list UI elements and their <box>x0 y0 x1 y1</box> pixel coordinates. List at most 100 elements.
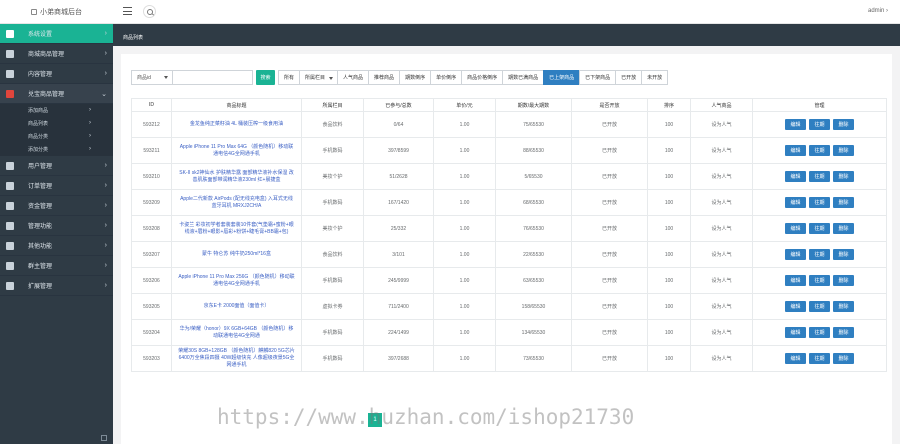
sidebar-item-orders[interactable]: 订单管理 › <box>0 176 113 196</box>
cell-title[interactable]: 华为/荣耀（honor）9X 6GB+64GB （颜色随机）移动联通电信4G全网… <box>171 319 302 346</box>
cell-title[interactable]: 荣耀30S 8GB+128GB （颜色随机）麒麟820 5G芯片 6400万全焦… <box>171 345 302 372</box>
sidebar-item-other[interactable]: 其他功能 › <box>0 236 113 256</box>
table-row: 593209 Apple二代新款 AirPods (配无线充电盒) 入耳式无线蓝牙… <box>131 189 887 216</box>
sidebar-subitem-add-goods[interactable]: 添加商品 › <box>0 104 113 117</box>
cell-title[interactable]: Apple iPhone 11 Pro Max 256G （颜色随机）移动联通电… <box>171 267 302 294</box>
edit-button[interactable]: 编辑 <box>785 119 806 130</box>
filter-periods-desc[interactable]: 期数倒序 <box>399 69 432 85</box>
cell-periods: 22/65530 <box>495 241 572 268</box>
cell-periods: 73/65530 <box>495 345 572 372</box>
cell-title[interactable]: Apple二代新款 AirPods (配无线充电盒) 入耳式无线蓝牙耳机 MRX… <box>171 189 302 216</box>
tab-goods-list[interactable]: 商品列表 <box>119 30 147 44</box>
edit-button[interactable]: 编辑 <box>785 145 806 156</box>
col-header[interactable]: 所属栏目 <box>301 98 364 112</box>
sidebar-item-funds[interactable]: 资金管理 › <box>0 196 113 216</box>
col-header[interactable]: 排序 <box>647 98 691 112</box>
sidebar-item-extensions[interactable]: 扩展管理 › <box>0 276 113 296</box>
delete-button[interactable]: 删除 <box>833 223 854 234</box>
cell-sort: 100 <box>647 189 691 216</box>
filter-hot[interactable]: 人气商品 <box>337 69 370 85</box>
sidebar-item-group-owner[interactable]: 群主管理 › <box>0 256 113 276</box>
delete-button[interactable]: 删除 <box>833 197 854 208</box>
cell-joined: 0/64 <box>363 111 434 138</box>
edit-button[interactable]: 编辑 <box>785 171 806 182</box>
edit-button[interactable]: 编辑 <box>785 197 806 208</box>
edit-button[interactable]: 编辑 <box>785 249 806 260</box>
sidebar-subitem-add-category[interactable]: 添加分类 › <box>0 143 113 156</box>
history-button[interactable]: 往期 <box>809 223 830 234</box>
history-button[interactable]: 往期 <box>809 145 830 156</box>
filter-off-shelf[interactable]: 已下架商品 <box>579 69 617 85</box>
cell-periods: 63/65530 <box>495 267 572 294</box>
col-header[interactable]: 期数/最大期数 <box>495 98 572 112</box>
history-button[interactable]: 往期 <box>809 197 830 208</box>
edit-button[interactable]: 编辑 <box>785 223 806 234</box>
collapse-sidebar-icon[interactable] <box>101 435 107 441</box>
delete-button[interactable]: 删除 <box>833 145 854 156</box>
sidebar-item-mall-goods[interactable]: 商城商品管理 › <box>0 44 113 64</box>
delete-button[interactable]: 删除 <box>833 353 854 364</box>
sidebar-subitem-goods-category[interactable]: 商品分类 › <box>0 130 113 143</box>
sidebar-item-users[interactable]: 用户管理 › <box>0 156 113 176</box>
cell-open: 已开放 <box>571 345 648 372</box>
menu-toggle-icon[interactable] <box>123 7 132 15</box>
history-button[interactable]: 往期 <box>809 353 830 364</box>
search-field-select[interactable]: 商品id <box>131 69 173 85</box>
sidebar-item-system-settings[interactable]: 系统设置 › <box>0 24 113 44</box>
sidebar-item-exchange-goods[interactable]: 兑宝商品管理 ⌄ <box>0 84 113 104</box>
edit-button[interactable]: 编辑 <box>785 275 806 286</box>
order-icon <box>6 182 14 190</box>
user-menu[interactable]: admin › <box>868 8 888 14</box>
history-button[interactable]: 往期 <box>809 171 830 182</box>
delete-button[interactable]: 删除 <box>833 327 854 338</box>
history-button[interactable]: 往期 <box>809 301 830 312</box>
cell-title[interactable]: 卡姿兰 彩妆初学者套装套装10件套(气垫霜+蜜粉+眼线液+眉粉+眼影+唇彩+粉饼… <box>171 215 302 242</box>
filter-all[interactable]: 所有 <box>278 69 301 85</box>
sidebar-subitem-goods-list[interactable]: 商品列表 › <box>0 117 113 130</box>
cell-title[interactable]: Apple iPhone 11 Pro Max 64G （颜色随机）移动联通电信… <box>171 137 302 164</box>
history-button[interactable]: 往期 <box>809 327 830 338</box>
cell-title[interactable]: SK-II sk2神仙水 护肤精华露 面部精华液补水保湿 改善肌肤面部带润精华液… <box>171 163 302 190</box>
delete-button[interactable]: 删除 <box>833 249 854 260</box>
col-header[interactable]: 人气商品 <box>690 98 753 112</box>
filter-unit-price-desc[interactable]: 单价倒序 <box>430 69 463 85</box>
filter-category[interactable]: 所属栏目 <box>299 69 339 85</box>
cell-sort: 100 <box>647 137 691 164</box>
filter-periods-full[interactable]: 期数已满商品 <box>502 69 545 85</box>
table-row: 593206 Apple iPhone 11 Pro Max 256G （颜色随机… <box>131 267 887 294</box>
edit-button[interactable]: 编辑 <box>785 353 806 364</box>
filter-recommended[interactable]: 推荐商品 <box>368 69 401 85</box>
filter-on-shelf[interactable]: 已上架商品 <box>543 69 581 85</box>
col-header[interactable]: 是否开放 <box>571 98 648 112</box>
col-header[interactable]: 单价/元 <box>433 98 496 112</box>
sidebar-item-manage[interactable]: 管理功能 › <box>0 216 113 236</box>
cell-title[interactable]: 蒙牛 特仑苏 纯牛奶250ml*16盒 <box>171 241 302 268</box>
col-header[interactable]: 已参与/总数 <box>363 98 434 112</box>
cell-periods: 88/65530 <box>495 137 572 164</box>
search-input[interactable] <box>173 69 253 85</box>
edit-button[interactable]: 编辑 <box>785 301 806 312</box>
delete-button[interactable]: 删除 <box>833 301 854 312</box>
filter-not-open[interactable]: 未开放 <box>641 69 669 85</box>
filter-price-desc[interactable]: 商品价格倒序 <box>461 69 504 85</box>
watermark: https://www.huzhan.com/ishop21730 <box>217 405 635 429</box>
search-button[interactable]: 搜索 <box>256 69 275 85</box>
sidebar-item-content[interactable]: 内容管理 › <box>0 64 113 84</box>
cell-title[interactable]: 京东E卡 2000面值（面值卡） <box>171 293 302 320</box>
delete-button[interactable]: 删除 <box>833 275 854 286</box>
grid-icon <box>6 50 14 58</box>
history-button[interactable]: 往期 <box>809 275 830 286</box>
cell-title[interactable]: 金龙鱼纯正菜籽油 4L 桶装压榨一级食用油 <box>171 111 302 138</box>
edit-button[interactable]: 编辑 <box>785 327 806 338</box>
filter-open[interactable]: 已开放 <box>615 69 643 85</box>
col-header[interactable]: 商品标题 <box>171 98 302 112</box>
table-row: 593203 荣耀30S 8GB+128GB （颜色随机）麒麟820 5G芯片 6… <box>131 345 887 372</box>
delete-button[interactable]: 删除 <box>833 119 854 130</box>
brand[interactable]: 小弟商城后台 <box>0 0 113 24</box>
col-header[interactable]: ID <box>131 98 172 112</box>
chevron-right-icon: › <box>104 262 107 269</box>
history-button[interactable]: 往期 <box>809 119 830 130</box>
history-button[interactable]: 往期 <box>809 249 830 260</box>
search-icon[interactable] <box>143 5 156 18</box>
delete-button[interactable]: 删除 <box>833 171 854 182</box>
